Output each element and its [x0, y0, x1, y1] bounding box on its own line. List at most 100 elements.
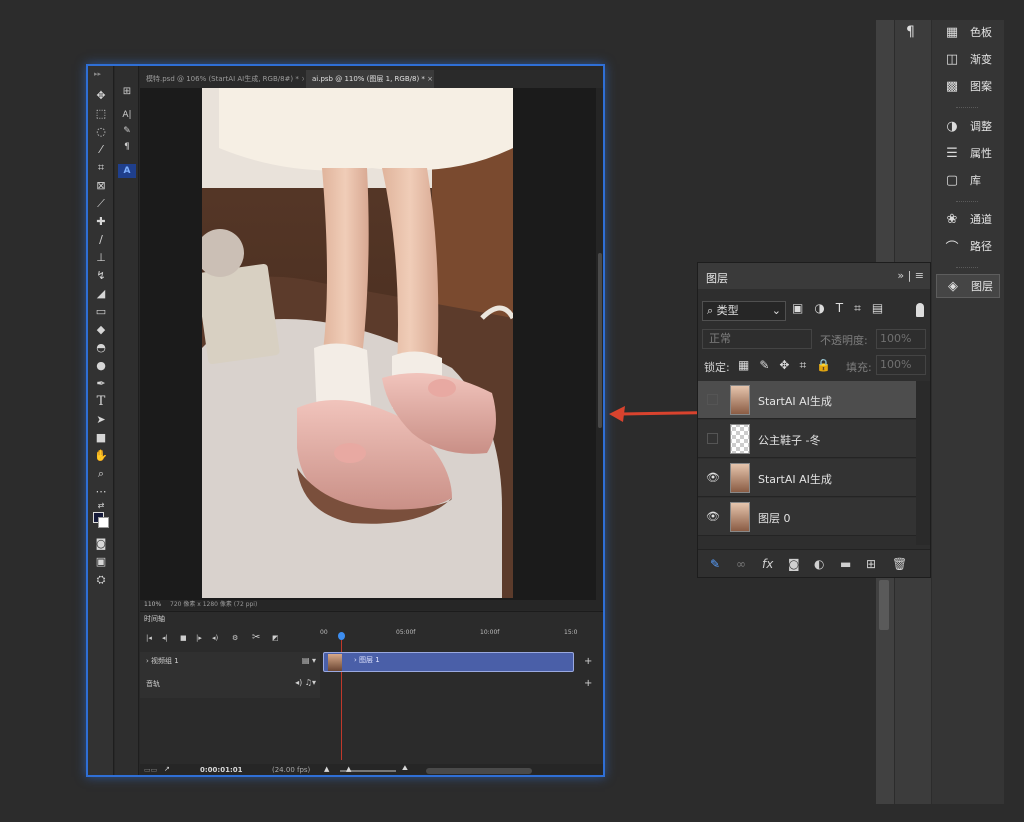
swap-colors-icon[interactable]: ⇄ [92, 498, 110, 513]
stamp-tool-icon[interactable]: ⊥ [92, 250, 110, 265]
layer-row[interactable]: 公主鞋子 -冬 [698, 420, 916, 458]
dock-adjustments[interactable]: ◑ 调整 [936, 114, 1000, 138]
zoom-in-icon[interactable]: ⛰ [402, 764, 408, 773]
link-icon[interactable]: ∞ [736, 557, 746, 571]
timeline-scrollbar[interactable] [426, 768, 532, 774]
dock-swatches[interactable]: ▦ 色板 [936, 20, 1000, 44]
brush-tool-icon[interactable]: ∕ [92, 232, 110, 247]
film-icon[interactable]: ▤ ▾ [302, 656, 316, 665]
lock-icons[interactable]: ▦✎✥⌗🔒 [738, 358, 841, 373]
character-icon[interactable]: A| [118, 108, 136, 122]
layers-panel-header[interactable]: 图层 » | ≡ [698, 263, 930, 289]
add-audio-icon[interactable]: + [584, 678, 592, 689]
canvas-vertical-scrollbar[interactable] [596, 88, 603, 600]
paragraph-icon[interactable]: ¶ [118, 140, 136, 154]
dock-properties[interactable]: ☰ 属性 [936, 141, 1000, 165]
prev-frame-icon[interactable]: ◂| [162, 634, 168, 642]
close-icon[interactable]: × [427, 75, 433, 83]
path-select-tool-icon[interactable]: ➤ [92, 412, 110, 427]
new-layer-icon[interactable]: ⊞ [866, 557, 876, 571]
visibility-toggle[interactable] [707, 433, 718, 444]
dock-gradients[interactable]: ◫ 渐变 [936, 47, 1000, 71]
trash-icon[interactable]: 🗑 [892, 557, 907, 571]
toolbar-grip-icon[interactable]: ▸▸ [94, 70, 101, 78]
eraser-tool-icon[interactable]: ◢ [92, 286, 110, 301]
quick-mask-icon[interactable]: ◙ [92, 536, 110, 551]
layer-filter-select[interactable]: ⌕ 类型 ⌄ [702, 301, 786, 321]
playhead[interactable] [338, 632, 345, 640]
stop-icon[interactable]: ■ [180, 634, 187, 642]
frame-tool-icon[interactable]: ⊠ [92, 178, 110, 193]
blend-mode-select[interactable]: 正常 [702, 329, 812, 349]
history-brush-tool-icon[interactable]: ↯ [92, 268, 110, 283]
lasso-tool-icon[interactable]: ◌ [92, 124, 110, 139]
layers-scrollbar[interactable] [916, 381, 930, 545]
visibility-toggle[interactable] [707, 394, 718, 405]
next-frame-icon[interactable]: |▸ [196, 634, 202, 642]
video-group-label[interactable]: › 视频组 1 [146, 656, 179, 666]
folder-icon[interactable]: ▬ [840, 557, 851, 571]
slider-thumb[interactable]: ▲ [346, 765, 351, 773]
screen-mode-icon[interactable]: ▣ [92, 554, 110, 569]
scroll-thumb[interactable] [879, 580, 889, 630]
zoom-tool-icon[interactable]: ⌕ [92, 466, 110, 481]
gradient-tool-icon[interactable]: ▭ [92, 304, 110, 319]
doc-tab-ai[interactable]: ai.psb @ 110% (图层 1, RGB/8) * × [306, 70, 434, 88]
zoom-out-icon[interactable]: ▲ [324, 765, 329, 773]
convert-icon[interactable]: ▭▭ [144, 766, 157, 774]
zoom-level[interactable]: 110% [144, 600, 161, 610]
eyedropper-tool-icon[interactable]: ⟋ [92, 196, 110, 211]
move-tool-icon[interactable]: ✥ [92, 88, 110, 103]
startai-brush-icon[interactable]: ✎ [710, 557, 720, 571]
eye-icon[interactable]: 👁 [706, 471, 720, 485]
background-color-swatch[interactable] [98, 517, 109, 528]
audio-icon[interactable]: ◂) [212, 634, 218, 642]
paragraph-icon[interactable]: ¶ [906, 24, 915, 40]
adjustment-layer-icon[interactable]: ◐ [814, 557, 824, 571]
dodge-tool-icon[interactable]: ◓ [92, 340, 110, 355]
fx-icon[interactable]: fx [762, 557, 773, 571]
doc-tab-model[interactable]: 模特.psd @ 106% (StartAI AI生成, RGB/8#) * × [140, 70, 304, 88]
settings-icon[interactable]: ⚙ [232, 634, 238, 642]
history-icon[interactable]: ⊞ [118, 84, 136, 98]
type-tool-icon[interactable]: T [92, 394, 110, 409]
quick-select-tool-icon[interactable]: ⁄ [92, 142, 110, 157]
scroll-thumb[interactable] [598, 253, 602, 428]
healing-brush-tool-icon[interactable]: ✚ [92, 214, 110, 229]
opacity-input[interactable]: 100% [876, 329, 926, 349]
sponge-tool-icon[interactable]: ● [92, 358, 110, 373]
pen-tool-icon[interactable]: ✒ [92, 376, 110, 391]
layer-row[interactable]: StartAI AI生成 [698, 381, 916, 419]
crop-tool-icon[interactable]: ⌗ [92, 160, 110, 175]
startai-icon[interactable]: A [118, 164, 136, 178]
panel-menu-icon[interactable]: » | ≡ [897, 269, 924, 282]
add-media-icon[interactable]: + [584, 656, 592, 667]
transition-icon[interactable]: ◩ [272, 634, 279, 642]
layer-row[interactable]: 👁 图层 0 [698, 498, 916, 536]
dock-layers[interactable]: ◈ 图层 [936, 274, 1000, 298]
filter-toggle-icon[interactable] [916, 303, 924, 317]
rectangle-tool-icon[interactable]: ■ [92, 430, 110, 445]
extra-tool-icon[interactable]: ⛭ [92, 572, 110, 587]
render-icon[interactable]: ↗ [164, 765, 170, 773]
timeline-clip[interactable]: › 图层 1 [323, 652, 574, 672]
eye-icon[interactable]: 👁 [706, 510, 720, 524]
split-clip-icon[interactable]: ✂ [252, 632, 260, 643]
blur-tool-icon[interactable]: ◆ [92, 322, 110, 337]
hand-tool-icon[interactable]: ✋ [92, 448, 110, 463]
dock-channels[interactable]: ❀ 通道 [936, 207, 1000, 231]
marquee-tool-icon[interactable]: ⬚ [92, 106, 110, 121]
mask-icon[interactable]: ◙ [788, 557, 800, 571]
brush-settings-icon[interactable]: ✎ [118, 124, 136, 138]
dock-patterns[interactable]: ▩ 图案 [936, 74, 1000, 98]
close-icon[interactable]: × [301, 75, 304, 83]
fill-input[interactable]: 100% [876, 355, 926, 375]
audio-controls-icon[interactable]: ◂) ♫▾ [295, 678, 316, 687]
filter-icons[interactable]: ▣◑T⌗▤ [792, 301, 894, 316]
dock-paths[interactable]: ⌒ 路径 [936, 234, 1000, 258]
layer-row[interactable]: 👁 StartAI AI生成 [698, 459, 916, 497]
canvas[interactable] [140, 88, 600, 600]
first-frame-icon[interactable]: |◂ [146, 634, 152, 642]
dock-libraries[interactable]: ▢ 库 [936, 168, 1000, 192]
more-tools-icon[interactable]: ⋯ [92, 484, 110, 499]
